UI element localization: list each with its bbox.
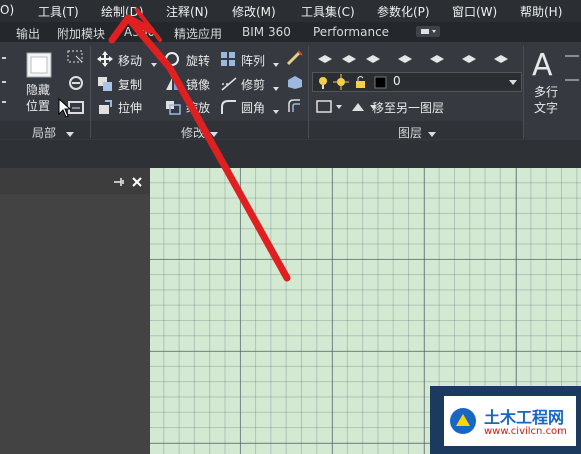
- red-annotation-arrow: [108, 8, 291, 282]
